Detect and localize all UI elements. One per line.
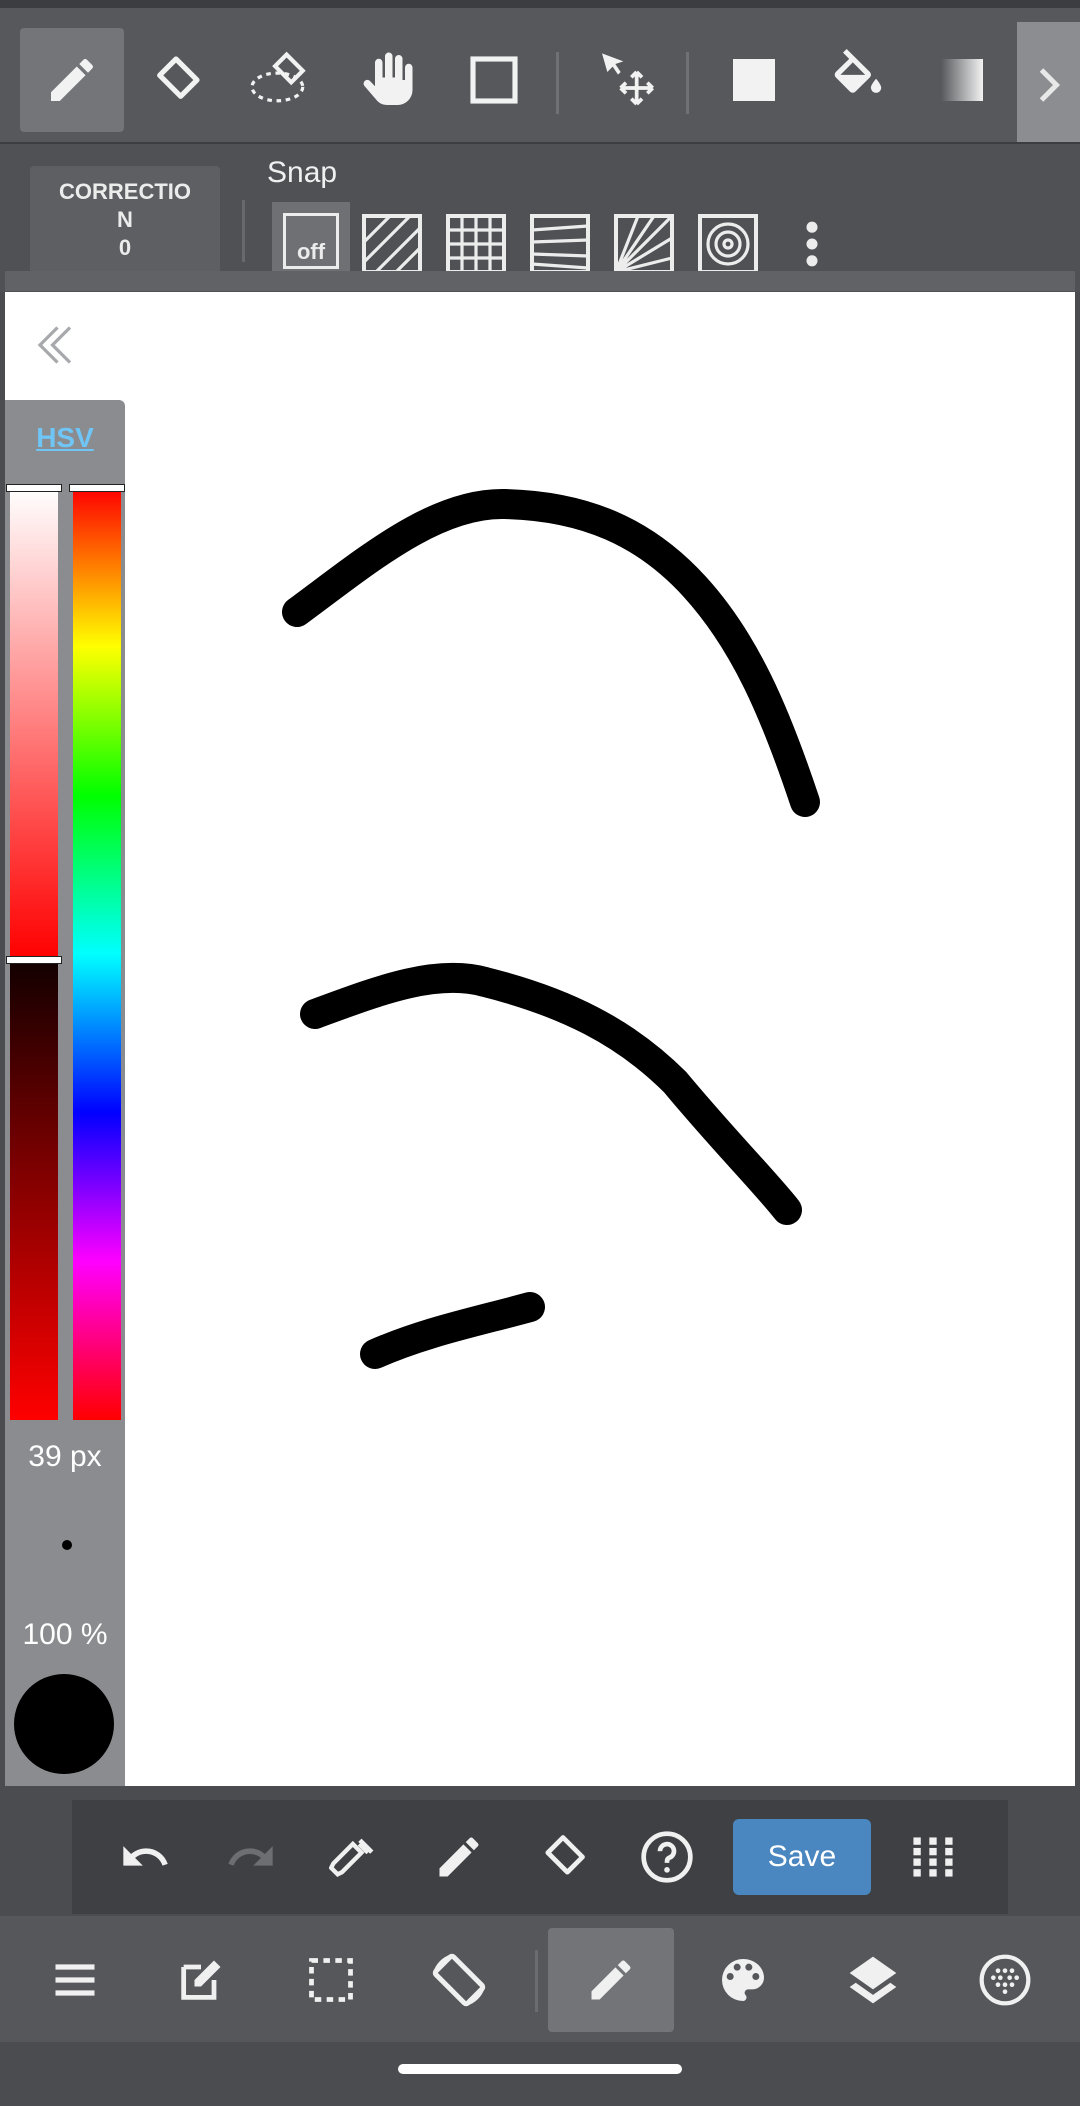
- nav-selection-button[interactable]: [268, 1928, 394, 2032]
- nav-layers-button[interactable]: [810, 1928, 936, 2032]
- lasso-eraser-icon: [250, 51, 306, 103]
- redo-icon: [228, 1846, 273, 1866]
- eraser-tool-button[interactable]: [124, 28, 228, 132]
- opacity-value[interactable]: 100 %: [5, 1618, 125, 1652]
- save-button[interactable]: Save: [733, 1819, 871, 1895]
- collapse-panel-button[interactable]: [30, 320, 80, 370]
- hand-tool-button[interactable]: [338, 28, 442, 132]
- snap-parallel-button[interactable]: [356, 208, 428, 280]
- saturation-value-slider[interactable]: [10, 488, 58, 1420]
- saturation-slider-handle[interactable]: [6, 484, 62, 492]
- grid-dots-icon: [913, 1837, 953, 1877]
- snap-more-button[interactable]: [776, 208, 848, 280]
- system-nav-area: [0, 2042, 1080, 2106]
- snap-off-icon: off: [283, 213, 339, 269]
- square-select-icon: [470, 56, 518, 104]
- undo-icon: [123, 1846, 168, 1866]
- nav-material-button[interactable]: [942, 1928, 1068, 2032]
- brush-icon: [439, 1837, 479, 1877]
- redo-button[interactable]: [208, 1814, 294, 1900]
- palette-icon: [722, 1959, 764, 2001]
- value-slider-handle[interactable]: [6, 956, 62, 964]
- move-icon: [602, 53, 654, 106]
- help-button[interactable]: [624, 1814, 710, 1900]
- snap-perspective-lines-button[interactable]: [524, 208, 596, 280]
- toolbar-divider: [556, 52, 559, 114]
- material-icon: [979, 1954, 1031, 2006]
- eyedropper-button[interactable]: [312, 1814, 398, 1900]
- bucket-icon: [834, 49, 882, 93]
- eyedropper-icon: [329, 1838, 374, 1877]
- quick-eraser-button[interactable]: [520, 1814, 606, 1900]
- rotate-icon: [432, 1953, 486, 2007]
- brush-icon: [591, 1960, 631, 2000]
- drawing-canvas[interactable]: [5, 292, 1075, 1786]
- hue-slider-handle[interactable]: [69, 484, 125, 492]
- brush-stroke: [360, 1292, 545, 1369]
- nav-divider: [535, 1950, 538, 2012]
- snap-off-button[interactable]: off: [272, 202, 350, 280]
- hue-slider[interactable]: [73, 488, 121, 1420]
- toolbar-divider: [686, 52, 689, 114]
- nav-menu-button[interactable]: [12, 1928, 138, 2032]
- brush-stroke: [282, 488, 820, 817]
- edit-icon: [181, 1960, 221, 2000]
- hsv-mode-link[interactable]: HSV: [5, 422, 125, 454]
- snap-radial-button[interactable]: [608, 208, 680, 280]
- snap-radial-icon: [614, 214, 674, 274]
- brush-tool-button[interactable]: [20, 28, 124, 132]
- quick-action-bar: Save: [72, 1800, 1008, 1914]
- correction-value: 0: [118, 235, 132, 260]
- snap-label: Snap: [267, 156, 338, 189]
- selection-icon: [309, 1958, 353, 2002]
- select-rect-tool-button[interactable]: [442, 28, 546, 132]
- nav-brush-button[interactable]: [548, 1928, 674, 2032]
- nav-color-button[interactable]: [680, 1928, 806, 2032]
- snap-grid-icon: [446, 214, 506, 274]
- undo-button[interactable]: [102, 1814, 188, 1900]
- more-vertical-icon: [806, 221, 818, 267]
- top-toolbar: [0, 0, 1080, 148]
- correction-label: CORRECTIO N: [59, 179, 191, 232]
- correction-button[interactable]: CORRECTIO N 0: [30, 166, 220, 274]
- gradient-icon: [941, 59, 983, 101]
- bucket-tool-button[interactable]: [806, 28, 910, 132]
- snap-off-text: off: [296, 239, 326, 264]
- fill-rect-icon: [733, 59, 775, 101]
- current-color-swatch[interactable]: [14, 1674, 114, 1774]
- canvas-top-edge: [5, 271, 1075, 291]
- brush-options-bar: CORRECTIO N 0 Snap off: [0, 142, 1080, 292]
- hand-icon: [363, 52, 413, 105]
- fill-rect-tool-button[interactable]: [702, 28, 806, 132]
- help-icon: [641, 1831, 693, 1883]
- snap-grid-button[interactable]: [440, 208, 512, 280]
- eraser-icon: [157, 56, 200, 99]
- eraser-icon: [545, 1835, 585, 1875]
- menu-icon: [55, 1964, 95, 1996]
- chevron-double-left-icon: [37, 326, 72, 364]
- snap-concentric-button[interactable]: [692, 208, 764, 280]
- color-panel: HSV 39 px 100 %: [5, 400, 125, 1786]
- brush-stroke: [300, 962, 802, 1225]
- chevron-right-icon: [1039, 68, 1060, 102]
- brush-size-preview: [62, 1540, 72, 1550]
- move-tool-button[interactable]: [574, 28, 678, 132]
- snap-perspective-lines-icon: [530, 214, 590, 274]
- quick-menu-grid-button[interactable]: [890, 1814, 976, 1900]
- toolbar-next-button[interactable]: [1017, 22, 1080, 148]
- bottom-navigation: [0, 1916, 1080, 2042]
- nav-edit-button[interactable]: [138, 1928, 264, 2032]
- lasso-eraser-tool-button[interactable]: [230, 28, 334, 132]
- brush-icon: [51, 58, 93, 101]
- gradient-tool-button[interactable]: [910, 28, 1014, 132]
- layers-icon: [849, 1956, 897, 2004]
- nav-rotate-canvas-button[interactable]: [396, 1928, 522, 2032]
- home-indicator[interactable]: [398, 2064, 682, 2074]
- snap-concentric-icon: [698, 214, 758, 274]
- brush-size-value[interactable]: 39 px: [5, 1440, 125, 1474]
- canvas-strokes: [282, 488, 820, 1369]
- subbar-divider: [242, 200, 245, 262]
- quick-brush-button[interactable]: [416, 1814, 502, 1900]
- snap-parallel-icon: [362, 214, 422, 274]
